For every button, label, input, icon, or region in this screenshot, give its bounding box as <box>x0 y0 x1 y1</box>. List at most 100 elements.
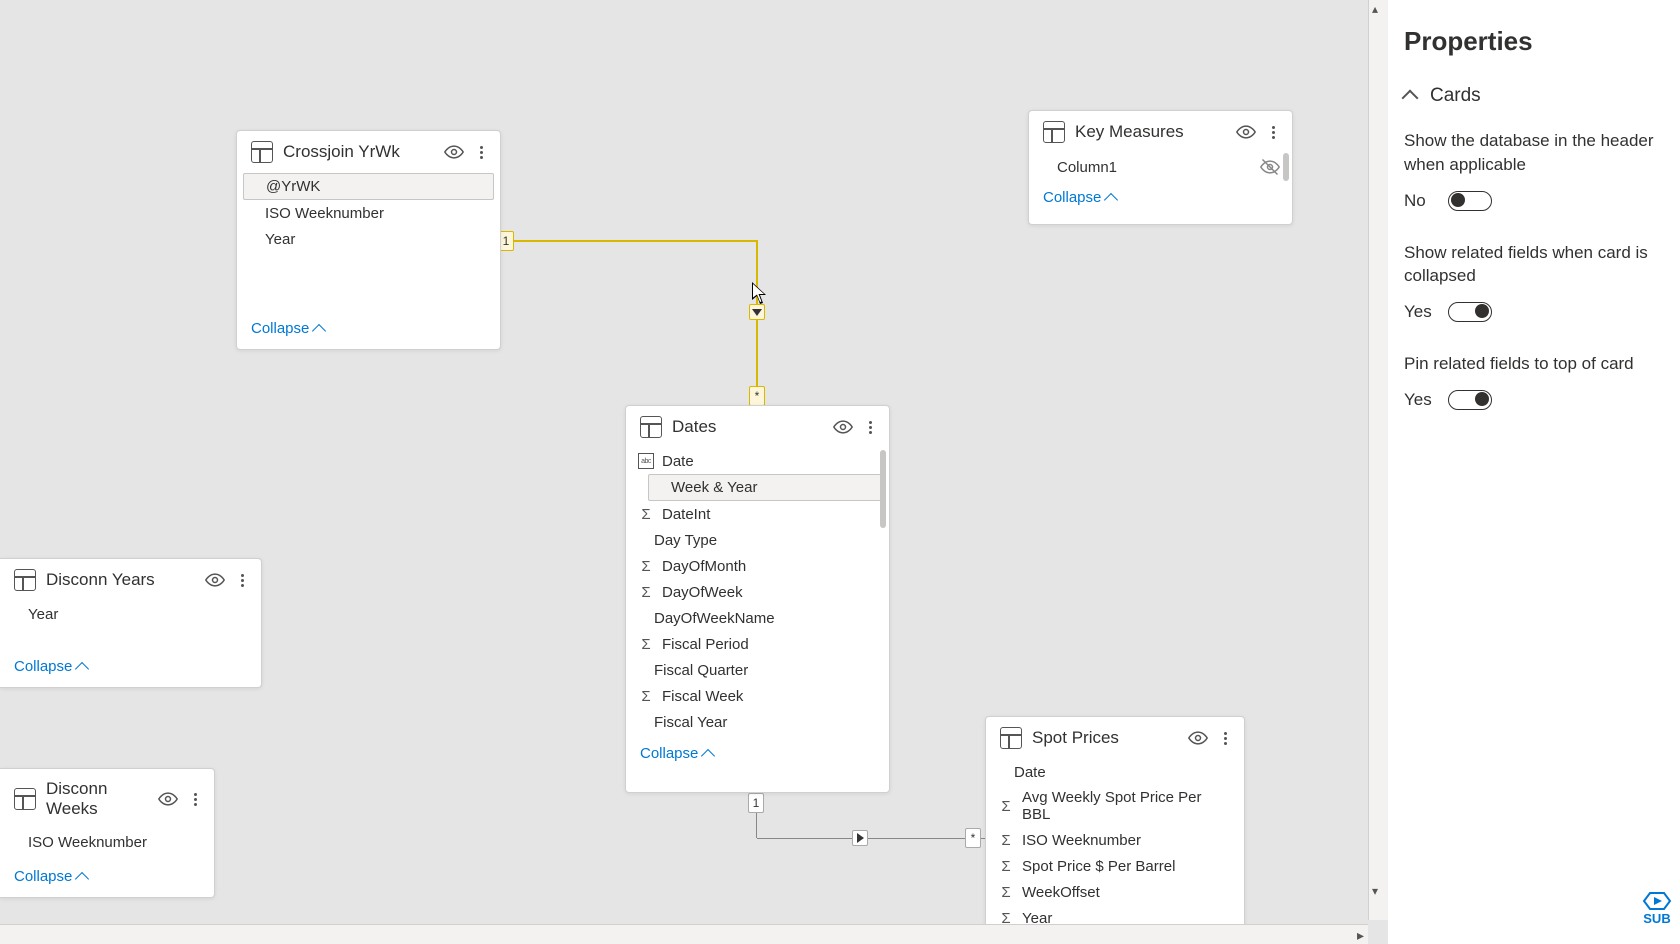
sigma-icon <box>998 798 1014 814</box>
visibility-icon[interactable] <box>205 570 225 590</box>
field-item[interactable]: Fiscal Year <box>632 709 883 735</box>
field-item[interactable]: DayOfWeek <box>632 579 883 605</box>
toggle-switch[interactable] <box>1448 302 1492 322</box>
field-item[interactable]: Column1 <box>1035 153 1286 181</box>
property-value: Yes <box>1404 302 1434 322</box>
visibility-icon[interactable] <box>833 417 853 437</box>
table-card-disconn-years[interactable]: Disconn Years Year Collapse <box>0 558 262 688</box>
more-options-icon[interactable] <box>1218 728 1232 748</box>
visibility-icon[interactable] <box>1236 122 1256 142</box>
collapse-link[interactable]: Collapse <box>0 860 214 897</box>
more-options-icon[interactable] <box>863 417 877 437</box>
property-row-pin-related: Pin related fields to top of card Yes <box>1404 352 1662 410</box>
field-item[interactable]: Year <box>243 226 494 252</box>
relationship-line[interactable] <box>499 240 758 242</box>
relationship-direction-icon <box>852 830 868 846</box>
card-header: Crossjoin YrWk <box>237 131 500 173</box>
more-options-icon[interactable] <box>235 570 249 590</box>
model-canvas[interactable]: 1 * 1 * Crossjoin YrWk @YrWK ISO Weeknum… <box>0 0 1368 920</box>
field-list: ISO Weeknumber <box>0 829 214 859</box>
field-item[interactable]: Year <box>6 601 255 627</box>
field-item[interactable]: Date <box>992 759 1238 785</box>
table-card-spot-prices[interactable]: Spot Prices Date Avg Weekly Spot Price P… <box>985 716 1245 936</box>
field-item[interactable]: ISO Weeknumber <box>243 200 494 226</box>
section-title: Cards <box>1430 85 1481 107</box>
field-list: Date Week & Year DateInt Day Type DayOfM… <box>626 448 889 739</box>
relationship-line-2[interactable] <box>757 838 985 839</box>
field-item[interactable]: DayOfMonth <box>632 553 883 579</box>
field-item[interactable]: WeekOffset <box>992 879 1238 905</box>
table-card-disconn-weeks[interactable]: Disconn Weeks ISO Weeknumber Collapse <box>0 768 215 898</box>
card-header: Spot Prices <box>986 717 1244 759</box>
chevron-up-icon <box>75 661 89 675</box>
sigma-icon <box>638 506 654 522</box>
more-options-icon[interactable] <box>474 142 488 162</box>
card-header: Dates <box>626 406 889 448</box>
relationship-line[interactable] <box>756 240 758 406</box>
table-icon <box>14 788 36 810</box>
hidden-icon[interactable] <box>1260 157 1280 177</box>
sigma-icon <box>638 688 654 704</box>
sigma-icon <box>998 832 1014 848</box>
field-item[interactable]: Avg Weekly Spot Price Per BBL <box>992 785 1238 827</box>
table-title: Key Measures <box>1075 122 1226 142</box>
sigma-icon <box>638 584 654 600</box>
field-item[interactable]: Day Type <box>632 527 883 553</box>
canvas-horizontal-scrollbar[interactable]: ▸ <box>0 924 1368 944</box>
scrollbar-thumb[interactable] <box>1283 153 1289 181</box>
table-title: Disconn Weeks <box>46 779 148 819</box>
table-title: Disconn Years <box>46 570 195 590</box>
collapse-link[interactable]: Collapse <box>0 650 261 687</box>
field-item[interactable]: DayOfWeekName <box>632 605 883 631</box>
scrollbar-thumb[interactable] <box>880 450 886 528</box>
collapse-link[interactable]: Collapse <box>237 312 500 349</box>
field-item[interactable]: ISO Weeknumber <box>992 827 1238 853</box>
properties-section-header[interactable]: Cards <box>1404 85 1662 107</box>
table-icon <box>14 569 36 591</box>
field-item[interactable]: Spot Price $ Per Barrel <box>992 853 1238 879</box>
more-options-icon[interactable] <box>188 789 202 809</box>
visibility-icon[interactable] <box>158 789 178 809</box>
canvas-vertical-scrollbar[interactable]: ▴ ▾ <box>1368 0 1388 920</box>
datatype-icon <box>638 453 654 469</box>
chevron-up-icon <box>1104 192 1118 206</box>
toggle-switch[interactable] <box>1448 390 1492 410</box>
relationship-cardinality-many: * <box>749 386 765 406</box>
scroll-up-icon[interactable]: ▴ <box>1372 2 1378 16</box>
field-item[interactable]: Fiscal Period <box>632 631 883 657</box>
table-card-key-measures[interactable]: Key Measures Column1 Collapse <box>1028 110 1293 225</box>
toggle-switch[interactable] <box>1448 191 1492 211</box>
field-item[interactable]: @YrWK <box>243 173 494 200</box>
table-card-dates[interactable]: Dates Date Week & Year DateInt Day Type … <box>625 405 890 793</box>
table-card-crossjoin[interactable]: Crossjoin YrWk @YrWK ISO Weeknumber Year… <box>236 130 501 350</box>
collapse-link[interactable]: Collapse <box>626 739 889 774</box>
property-value: Yes <box>1404 390 1434 410</box>
subscribe-badge[interactable]: SUB <box>1640 891 1674 926</box>
field-item[interactable]: Fiscal Week <box>632 683 883 709</box>
field-item[interactable]: ISO Weeknumber <box>6 829 208 855</box>
properties-title: Properties <box>1404 26 1662 57</box>
more-options-icon[interactable] <box>1266 122 1280 142</box>
card-header: Key Measures <box>1029 111 1292 153</box>
field-item[interactable]: Fiscal Quarter <box>632 657 883 683</box>
field-item[interactable]: Date <box>632 448 883 474</box>
field-list: @YrWK ISO Weeknumber Year <box>237 173 500 256</box>
property-row-show-database: Show the database in the header when app… <box>1404 129 1662 211</box>
property-label: Show the database in the header when app… <box>1404 129 1662 177</box>
field-list: Column1 <box>1029 153 1292 185</box>
card-header: Disconn Years <box>0 559 261 601</box>
sigma-icon <box>638 636 654 652</box>
property-label: Pin related fields to top of card <box>1404 352 1662 376</box>
scroll-down-icon[interactable]: ▾ <box>1372 884 1378 898</box>
card-header: Disconn Weeks <box>0 769 214 829</box>
sigma-icon <box>638 558 654 574</box>
field-item[interactable]: DateInt <box>632 501 883 527</box>
visibility-icon[interactable] <box>444 142 464 162</box>
visibility-icon[interactable] <box>1188 728 1208 748</box>
field-item[interactable]: Week & Year <box>648 474 883 501</box>
table-title: Spot Prices <box>1032 728 1178 748</box>
table-icon <box>251 141 273 163</box>
property-row-show-related: Show related fields when card is collaps… <box>1404 241 1662 323</box>
scroll-right-icon[interactable]: ▸ <box>1357 927 1364 944</box>
collapse-link[interactable]: Collapse <box>1029 185 1292 214</box>
